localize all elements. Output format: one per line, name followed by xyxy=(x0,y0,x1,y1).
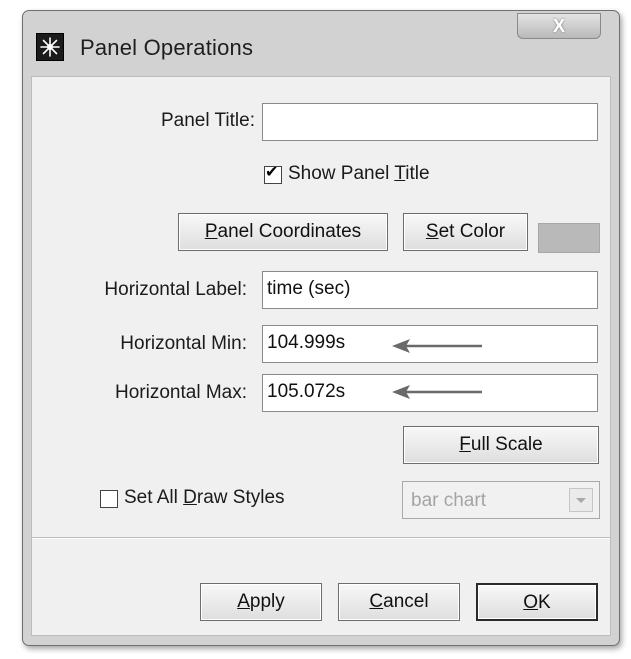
panel-operations-dialog: Panel Operations X Panel Title: ✔ Show P… xyxy=(22,10,620,646)
close-icon: X xyxy=(552,16,565,36)
close-button[interactable]: X xyxy=(517,13,601,39)
chevron-down-icon xyxy=(576,498,586,503)
window-title: Panel Operations xyxy=(80,35,254,60)
apply-button[interactable]: Apply xyxy=(200,583,322,621)
panel-title-label: Panel Title: xyxy=(161,110,255,131)
draw-style-selected-value: bar chart xyxy=(411,490,486,511)
horizontal-label-input[interactable]: time (sec) xyxy=(262,271,598,309)
panel-app-icon[interactable] xyxy=(36,33,64,61)
color-swatch[interactable] xyxy=(538,223,600,253)
panel-title-input[interactable] xyxy=(262,103,598,141)
title-bar[interactable]: Panel Operations X xyxy=(23,11,619,75)
horizontal-min-label: Horizontal Min: xyxy=(120,333,247,354)
footer-separator xyxy=(32,537,610,539)
arrow-left-icon xyxy=(392,385,482,399)
show-panel-title-checkbox[interactable]: ✔ xyxy=(264,164,282,184)
dialog-body: Panel Title: ✔ Show Panel Title Panel Co… xyxy=(31,76,611,636)
set-all-draw-styles-checkbox[interactable] xyxy=(100,490,118,508)
ok-button[interactable]: OK xyxy=(476,583,598,621)
full-scale-button[interactable]: Full Scale xyxy=(403,426,599,464)
dropdown-button[interactable] xyxy=(569,488,593,512)
set-all-draw-styles-label: Set All Draw Styles xyxy=(124,487,285,508)
show-panel-title-label: Show Panel Title xyxy=(288,163,430,184)
horizontal-label-label: Horizontal Label: xyxy=(104,279,247,300)
checkmark-icon: ✔ xyxy=(265,164,279,181)
horizontal-max-label: Horizontal Max: xyxy=(115,382,247,403)
set-color-button[interactable]: Set Color xyxy=(403,213,528,251)
cancel-button[interactable]: Cancel xyxy=(338,583,460,621)
arrow-left-icon xyxy=(392,339,482,353)
panel-coordinates-button[interactable]: Panel Coordinates xyxy=(178,213,388,251)
draw-style-select[interactable]: bar chart xyxy=(402,481,600,519)
